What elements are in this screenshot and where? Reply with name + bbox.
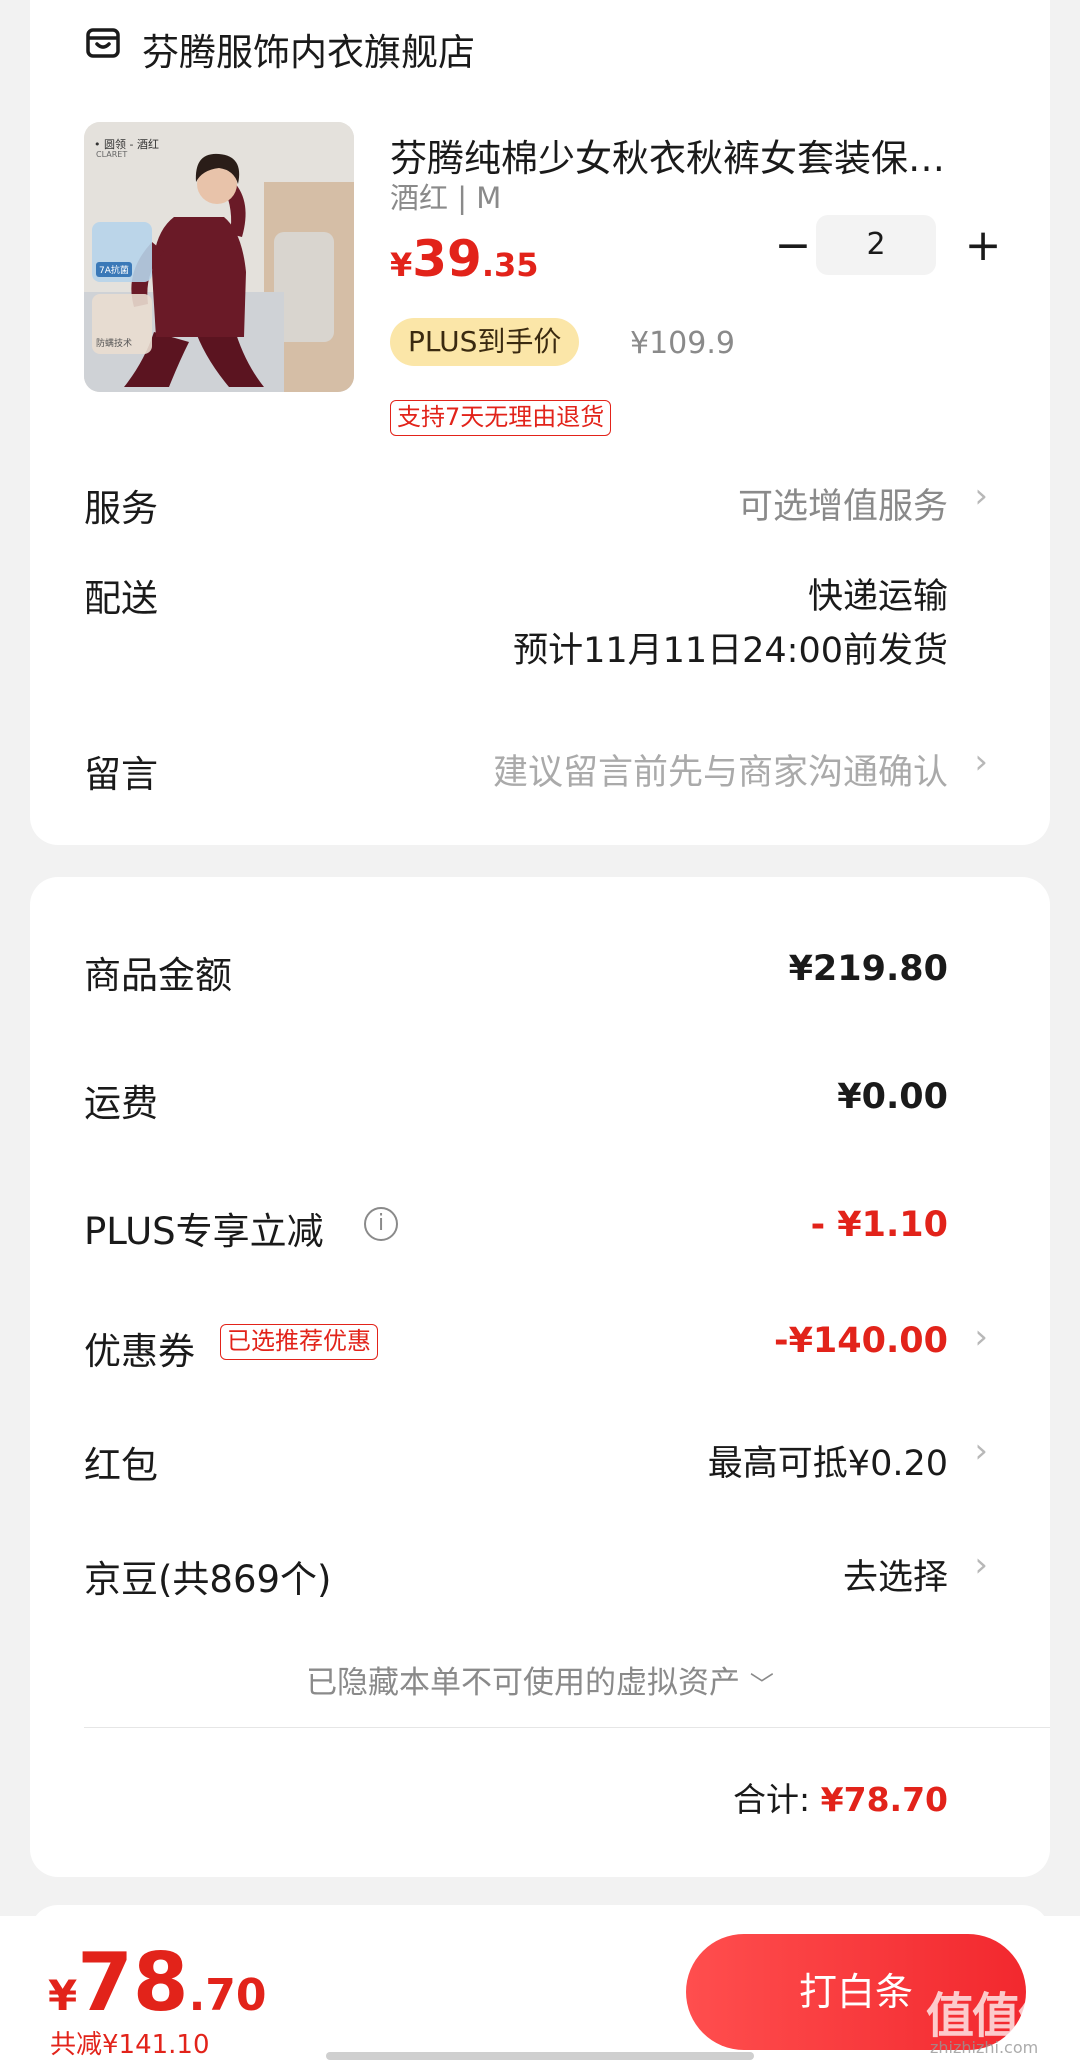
original-price: ¥109.9	[630, 326, 735, 361]
shipping-fee-label: 运费	[84, 1082, 158, 1125]
red-packet-value[interactable]: 最高可抵¥0.20	[708, 1435, 948, 1486]
product-title[interactable]: 芬腾纯棉少女秋衣秋裤女套装保暖内衣女士圆领修身打底	[390, 128, 980, 182]
chevron-right-icon[interactable]: ›	[974, 742, 988, 782]
image-badge: 防螨技术	[96, 339, 133, 349]
goods-amount-label: 商品金额	[84, 954, 232, 997]
chevron-right-icon[interactable]: ›	[974, 1545, 988, 1585]
qty-minus-button[interactable]: −	[770, 218, 816, 278]
store-icon	[86, 28, 120, 58]
home-indicator[interactable]	[326, 2052, 754, 2060]
info-icon[interactable]: i	[364, 1207, 398, 1241]
service-value[interactable]: 可选增值服务	[738, 478, 948, 529]
order-total: 合计: ¥78.70	[733, 1773, 948, 1821]
watermark-url: zhizhizhi.com	[930, 2038, 1039, 2057]
plus-price-tag: PLUS到手价	[390, 318, 580, 366]
checkout-price: ¥78.70	[48, 1936, 267, 2029]
price-integer: 39	[412, 230, 482, 288]
plus-discount-label: PLUS专享立减	[84, 1210, 324, 1253]
delivery-method: 快递运输	[807, 577, 948, 617]
jingdou-label: 京豆(共869个)	[84, 1558, 332, 1601]
product-spec[interactable]: 酒红 | M	[390, 175, 501, 217]
coupon-selected-tag: 已选推荐优惠	[220, 1324, 378, 1360]
image-caption-sub: CLARET	[96, 150, 128, 159]
message-label: 留言	[84, 753, 158, 796]
quantity-input[interactable]: 2	[816, 215, 936, 275]
checkout-bar: ¥78.70 共减¥141.10 打白条 值值值 zhizhizhi.com	[0, 1916, 1080, 2064]
plus-discount-value: - ¥1.10	[810, 1205, 948, 1245]
delivery-eta: 预计11月11日24:00前发货	[513, 631, 948, 671]
divider	[84, 1727, 1050, 1728]
hidden-assets-text: 已隐藏本单不可使用的虚拟资产	[306, 1665, 741, 1701]
return-policy-tag: 支持7天无理由退货	[390, 400, 612, 436]
chevron-down-icon: ﹀	[749, 1671, 774, 1699]
qty-plus-button[interactable]: +	[960, 218, 1006, 278]
order-summary-card: 商品金额 ¥219.80 运费 ¥0.00 PLUS专享立减 i - ¥1.10…	[30, 877, 1050, 1877]
price-decimal: .35	[481, 246, 539, 284]
checkout-price-currency: ¥	[48, 1971, 78, 2020]
checkout-price-integer: 78	[77, 1936, 189, 2029]
chevron-right-icon[interactable]: ›	[974, 1317, 988, 1357]
delivery-label: 配送	[84, 577, 158, 620]
message-input[interactable]: 建议留言前先与商家沟通确认	[493, 744, 948, 795]
coupon-label: 优惠券	[84, 1330, 195, 1373]
chevron-right-icon[interactable]: ›	[974, 476, 988, 516]
coupon-value[interactable]: -¥140.00	[774, 1321, 948, 1361]
watermark-logo: 值值值	[926, 1988, 1066, 2044]
shipping-fee-value: ¥0.00	[837, 1077, 948, 1117]
product-image[interactable]: • 圆领 - 酒红 CLARET 7A抗菌 防螨技术	[84, 122, 354, 392]
total-label: 合计:	[733, 1780, 811, 1819]
jingdou-value[interactable]: 去选择	[843, 1549, 948, 1600]
price-currency: ¥	[390, 246, 413, 284]
image-badge: 7A抗菌	[96, 262, 132, 277]
shop-name[interactable]: 芬腾服饰内衣旗舰店	[142, 22, 475, 76]
chevron-right-icon[interactable]: ›	[974, 1431, 988, 1471]
total-saved[interactable]: 共减¥141.10	[50, 2024, 210, 2061]
hidden-assets-toggle[interactable]: 已隐藏本单不可使用的虚拟资产 ﹀	[30, 1657, 1050, 1702]
product-price: ¥39.35	[390, 230, 539, 288]
red-packet-label: 红包	[84, 1444, 158, 1487]
goods-amount-value: ¥219.80	[788, 949, 948, 989]
service-label: 服务	[84, 487, 158, 530]
shop-card: 芬腾服饰内衣旗舰店 • 圆领 - 酒红 CLARET 7A抗菌 防螨技术 芬腾纯…	[30, 0, 1050, 845]
checkout-price-decimal: .70	[188, 1970, 267, 2021]
total-value: ¥78.70	[820, 1780, 948, 1819]
